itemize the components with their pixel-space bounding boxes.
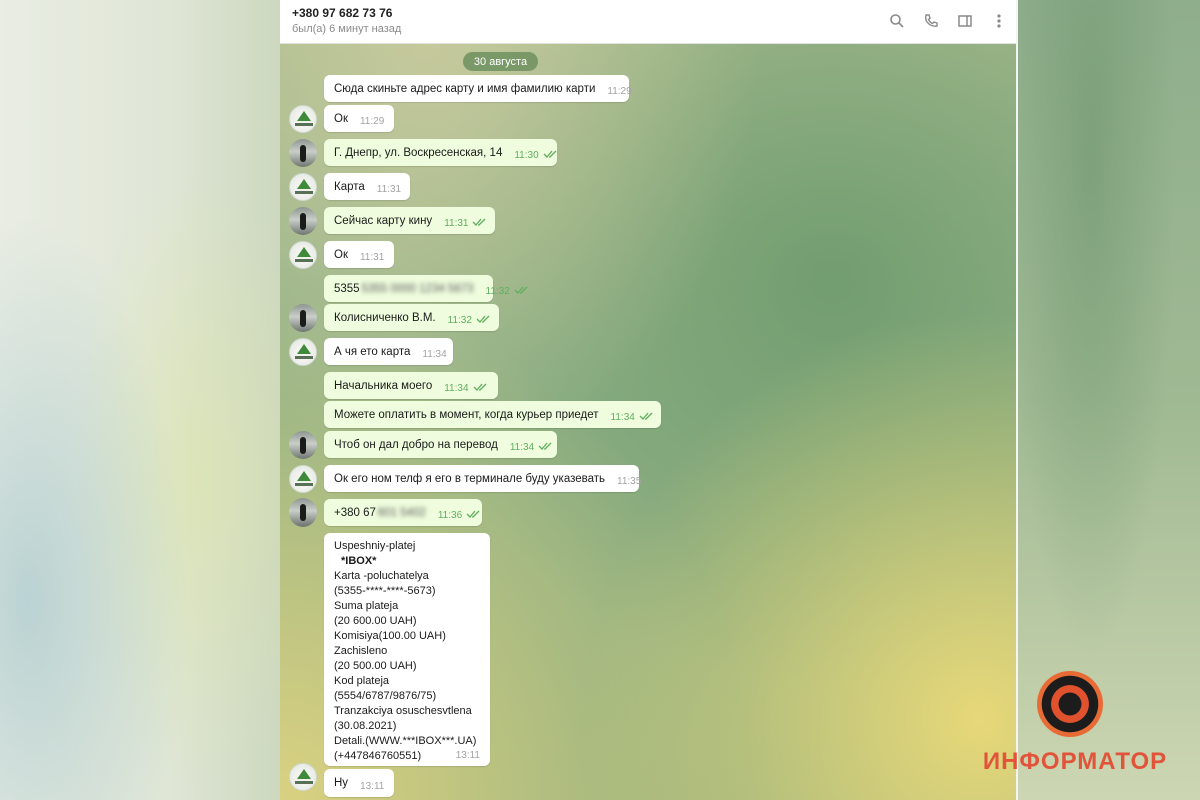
message-time: 11:34	[422, 349, 447, 360]
date-separator: 30 августа	[463, 52, 538, 71]
message-bubble[interactable]: +380 67 601 5402 11:36	[324, 499, 482, 526]
message-time: 11:36	[437, 510, 463, 521]
read-check-icon	[476, 314, 492, 327]
receipt-line: *IBOX*	[341, 555, 377, 567]
receipt-line: Uspeshniy-platej	[334, 540, 416, 552]
contact-status: был(а) 6 минут назад	[292, 23, 402, 35]
sender-avatar[interactable]	[289, 763, 317, 791]
message-text: Ок	[334, 248, 348, 261]
sender-avatar[interactable]	[289, 139, 317, 167]
read-check-icon	[473, 382, 489, 395]
message-text: Можете оплатить в момент, когда курьер п…	[334, 408, 599, 421]
background-left	[0, 0, 280, 800]
message-text: А чя ето карта	[334, 345, 411, 358]
message-time: 11:31	[359, 252, 385, 263]
message-time: 11:30	[514, 150, 539, 161]
message-time: 11:29	[359, 116, 385, 127]
message-text: Колисниченко В.М.	[334, 311, 436, 324]
message-time: 13:11	[455, 750, 480, 761]
message-bubble[interactable]: Ок 11:29	[324, 105, 394, 132]
message-bubble[interactable]: Колисниченко В.М. 11:32	[324, 304, 499, 331]
receipt-line: (20 500.00 UAH)	[334, 660, 417, 672]
message-time: 11:31	[444, 218, 469, 229]
sender-avatar[interactable]	[289, 207, 317, 235]
redacted-text: 5355 0000 1234 5673	[361, 282, 474, 295]
message-time: 11:34	[610, 412, 635, 423]
eye-logo-icon	[1037, 671, 1103, 737]
message-time: 13:11	[360, 780, 385, 792]
message-time: 11:34	[444, 383, 469, 394]
redacted-text: 601 5402	[377, 506, 426, 519]
message-time: 11:32	[485, 286, 510, 297]
receipt-line: Zachisleno	[334, 645, 388, 657]
message-text: Сюда скиньте адрес карту и имя фамилию к…	[334, 82, 596, 95]
receipt-line: Suma plateja	[334, 600, 399, 612]
receipt-line: Karta -poluchatelya	[334, 570, 429, 582]
receipt-line: (20 600.00 UAH)	[334, 615, 417, 627]
chat-header: +380 97 682 73 76 был(а) 6 минут назад	[280, 0, 1016, 44]
receipt-line: Detali.(WWW.***IBOX***.UA)	[334, 735, 477, 747]
sender-avatar[interactable]	[289, 105, 317, 133]
message-bubble[interactable]: Начальника моего 11:34	[324, 372, 498, 399]
sender-avatar[interactable]	[289, 431, 317, 459]
sender-avatar[interactable]	[289, 173, 317, 201]
message-bubble[interactable]: Г. Днепр, ул. Воскресенская, 14 11:30	[324, 139, 557, 166]
message-time: 11:29	[607, 86, 632, 97]
message-text: Карта	[334, 180, 365, 193]
message-time: 11:32	[447, 315, 472, 326]
read-check-icon	[639, 411, 655, 424]
message-time: 11:35	[617, 476, 642, 487]
read-check-icon	[472, 217, 488, 230]
more-icon[interactable]	[990, 12, 1008, 30]
message-text: Начальника моего	[334, 379, 433, 392]
sidebar-icon[interactable]	[956, 12, 974, 30]
receipt-line: Kod plateja	[334, 675, 390, 687]
message-bubble[interactable]: Сейчас карту кину 11:31	[324, 207, 495, 234]
receipt-line: (5355-****-****-5673)	[334, 585, 436, 597]
informator-logo: ИНФОРМАТОР	[975, 668, 1175, 783]
sender-avatar[interactable]	[289, 241, 317, 269]
sender-avatar[interactable]	[289, 304, 317, 332]
receipt-line: (5554/6787/9876/75)	[334, 690, 437, 702]
message-text: +380 67	[334, 506, 376, 519]
message-bubble[interactable]: Чтоб он дал добро на перевод 11:34	[324, 431, 557, 458]
message-text: Ок	[334, 112, 348, 125]
message-text: Ну	[334, 777, 349, 789]
phone-icon[interactable]	[922, 12, 940, 30]
message-text: Сейчас карту кину	[334, 214, 433, 227]
message-bubble[interactable]: 5355 5355 0000 1234 5673 11:32	[324, 275, 528, 302]
read-check-icon	[543, 149, 559, 162]
sender-avatar[interactable]	[289, 338, 317, 366]
message-bubble[interactable]: А чя ето карта 11:34	[324, 338, 453, 365]
read-check-icon	[514, 285, 530, 298]
message-bubble[interactable]: Можете оплатить в момент, когда курьер п…	[324, 401, 661, 428]
receipt-line: (30.08.2021)	[334, 720, 397, 732]
read-check-icon	[466, 509, 482, 522]
sender-avatar[interactable]	[289, 498, 317, 526]
sender-avatar[interactable]	[289, 465, 317, 493]
receipt-line: Tranzakciya osuschesvtlena	[334, 705, 472, 717]
chat-window: +380 97 682 73 76 был(а) 6 минут назад 3…	[280, 0, 1018, 800]
message-bubble[interactable]: Сюда скиньте адрес карту и имя фамилию к…	[324, 75, 632, 102]
receipt-line: Komisiya(100.00 UAH)	[334, 630, 446, 642]
message-time: 11:31	[376, 184, 402, 195]
logo-text: ИНФОРМАТОР	[982, 748, 1168, 775]
message-text: Ок его ном телф я его в терминале буду у…	[334, 472, 606, 485]
search-icon[interactable]	[888, 12, 906, 30]
message-bubble[interactable]: Карта 11:31	[324, 173, 410, 200]
message-text: 5355	[334, 282, 360, 295]
message-text: Г. Днепр, ул. Воскресенская, 14	[334, 146, 503, 159]
message-bubble[interactable]: Ок его ном телф я его в терминале буду у…	[324, 465, 642, 492]
message-bubble[interactable]: Ну 13:11	[324, 769, 395, 797]
message-text: Чтоб он дал добро на перевод	[334, 438, 498, 451]
read-check-icon	[538, 441, 554, 454]
payment-receipt-message[interactable]: Uspeshniy-platej *IBOX* Karta -poluchately…	[324, 533, 490, 766]
contact-name[interactable]: +380 97 682 73 76	[292, 6, 392, 20]
message-bubble[interactable]: Ок 11:31	[324, 241, 394, 268]
message-time: 11:34	[509, 442, 535, 453]
